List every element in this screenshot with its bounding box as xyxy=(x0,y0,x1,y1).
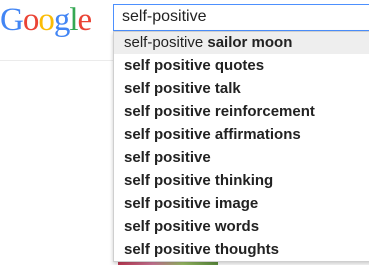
suggestion-item[interactable]: self positive thoughts xyxy=(114,239,369,261)
suggestion-prefix: self-positive xyxy=(124,34,208,51)
suggestion-completion: self positive talk xyxy=(124,80,241,97)
logo-letter: g xyxy=(53,2,70,38)
suggestion-completion: self positive affirmations xyxy=(124,126,301,143)
suggestion-completion: self positive thinking xyxy=(124,172,274,189)
suggestion-item[interactable]: self positive affirmations xyxy=(114,124,369,146)
google-search-page: Google self-positive sailor moon self po… xyxy=(0,0,369,265)
suggestion-item[interactable]: self positive thinking xyxy=(114,170,369,192)
logo-letter: l xyxy=(69,2,78,38)
search-box[interactable] xyxy=(113,4,369,31)
suggestion-item[interactable]: self positive words xyxy=(114,216,369,238)
autocomplete-dropdown: self-positive sailor moon self positive … xyxy=(113,31,369,262)
suggestion-completion: self positive quotes xyxy=(124,57,265,74)
search-input[interactable] xyxy=(122,7,362,27)
logo-letter: o xyxy=(22,2,39,38)
suggestion-completion: self positive reinforcement xyxy=(124,103,315,120)
suggestion-completion: self positive image xyxy=(124,195,259,212)
logo-letter: G xyxy=(0,2,24,38)
suggestion-item[interactable]: self positive reinforcement xyxy=(114,101,369,123)
suggestion-item[interactable]: self-positive sailor moon xyxy=(114,32,369,54)
suggestion-item[interactable]: self positive quotes xyxy=(114,55,369,77)
suggestion-completion: self positive words xyxy=(124,218,260,235)
logo-letter: e xyxy=(77,2,93,38)
suggestion-item[interactable]: self positive image xyxy=(114,193,369,215)
suggestion-item[interactable]: self positive talk xyxy=(114,78,369,100)
suggestion-completion: sailor moon xyxy=(207,34,293,51)
google-logo[interactable]: Google xyxy=(0,2,93,38)
suggestion-completion: self positive thoughts xyxy=(124,241,280,258)
suggestion-item[interactable]: self positive xyxy=(114,147,369,169)
suggestion-completion: self positive xyxy=(124,149,211,166)
logo-letter: o xyxy=(38,2,54,38)
